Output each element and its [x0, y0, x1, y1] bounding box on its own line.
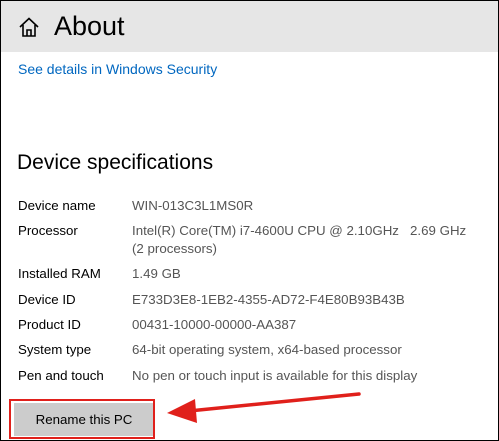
spec-label: Installed RAM [18, 266, 101, 281]
spec-value: E733D3E8-1EB2-4355-AD72-F4E80B93B43B [132, 292, 405, 307]
spec-value: WIN-013C3L1MS0R [132, 198, 254, 213]
spec-label: Processor [18, 223, 78, 238]
spec-label: System type [18, 342, 92, 357]
spec-label: Product ID [18, 317, 81, 332]
spec-label: Device ID [18, 292, 76, 307]
spec-value-line2: (2 processors) [132, 241, 217, 256]
device-specifications-heading: Device specifications [17, 151, 214, 174]
home-icon[interactable] [18, 16, 40, 38]
rename-this-pc-button[interactable]: Rename this PC [14, 403, 154, 436]
spec-value: 1.49 GB [132, 266, 181, 281]
arrow-left-icon [167, 392, 361, 423]
spec-value: 00431-10000-00000-AA387 [132, 317, 297, 332]
page-title: About [54, 11, 125, 41]
settings-window: About See details in Windows Security De… [0, 0, 499, 441]
title-bar: About [1, 1, 498, 52]
spec-value: Intel(R) Core(TM) i7-4600U CPU @ 2.10GHz… [132, 223, 467, 238]
windows-security-link[interactable]: See details in Windows Security [18, 60, 217, 78]
spec-value: No pen or touch input is available for t… [132, 368, 418, 383]
spec-value-processor: Intel(R) Core(TM) i7-4600U CPU @ 2.10GHz… [132, 222, 466, 258]
spec-label: Device name [18, 198, 96, 213]
spec-label: Pen and touch [18, 368, 104, 383]
spec-value: 64-bit operating system, x64-based proce… [132, 342, 402, 357]
